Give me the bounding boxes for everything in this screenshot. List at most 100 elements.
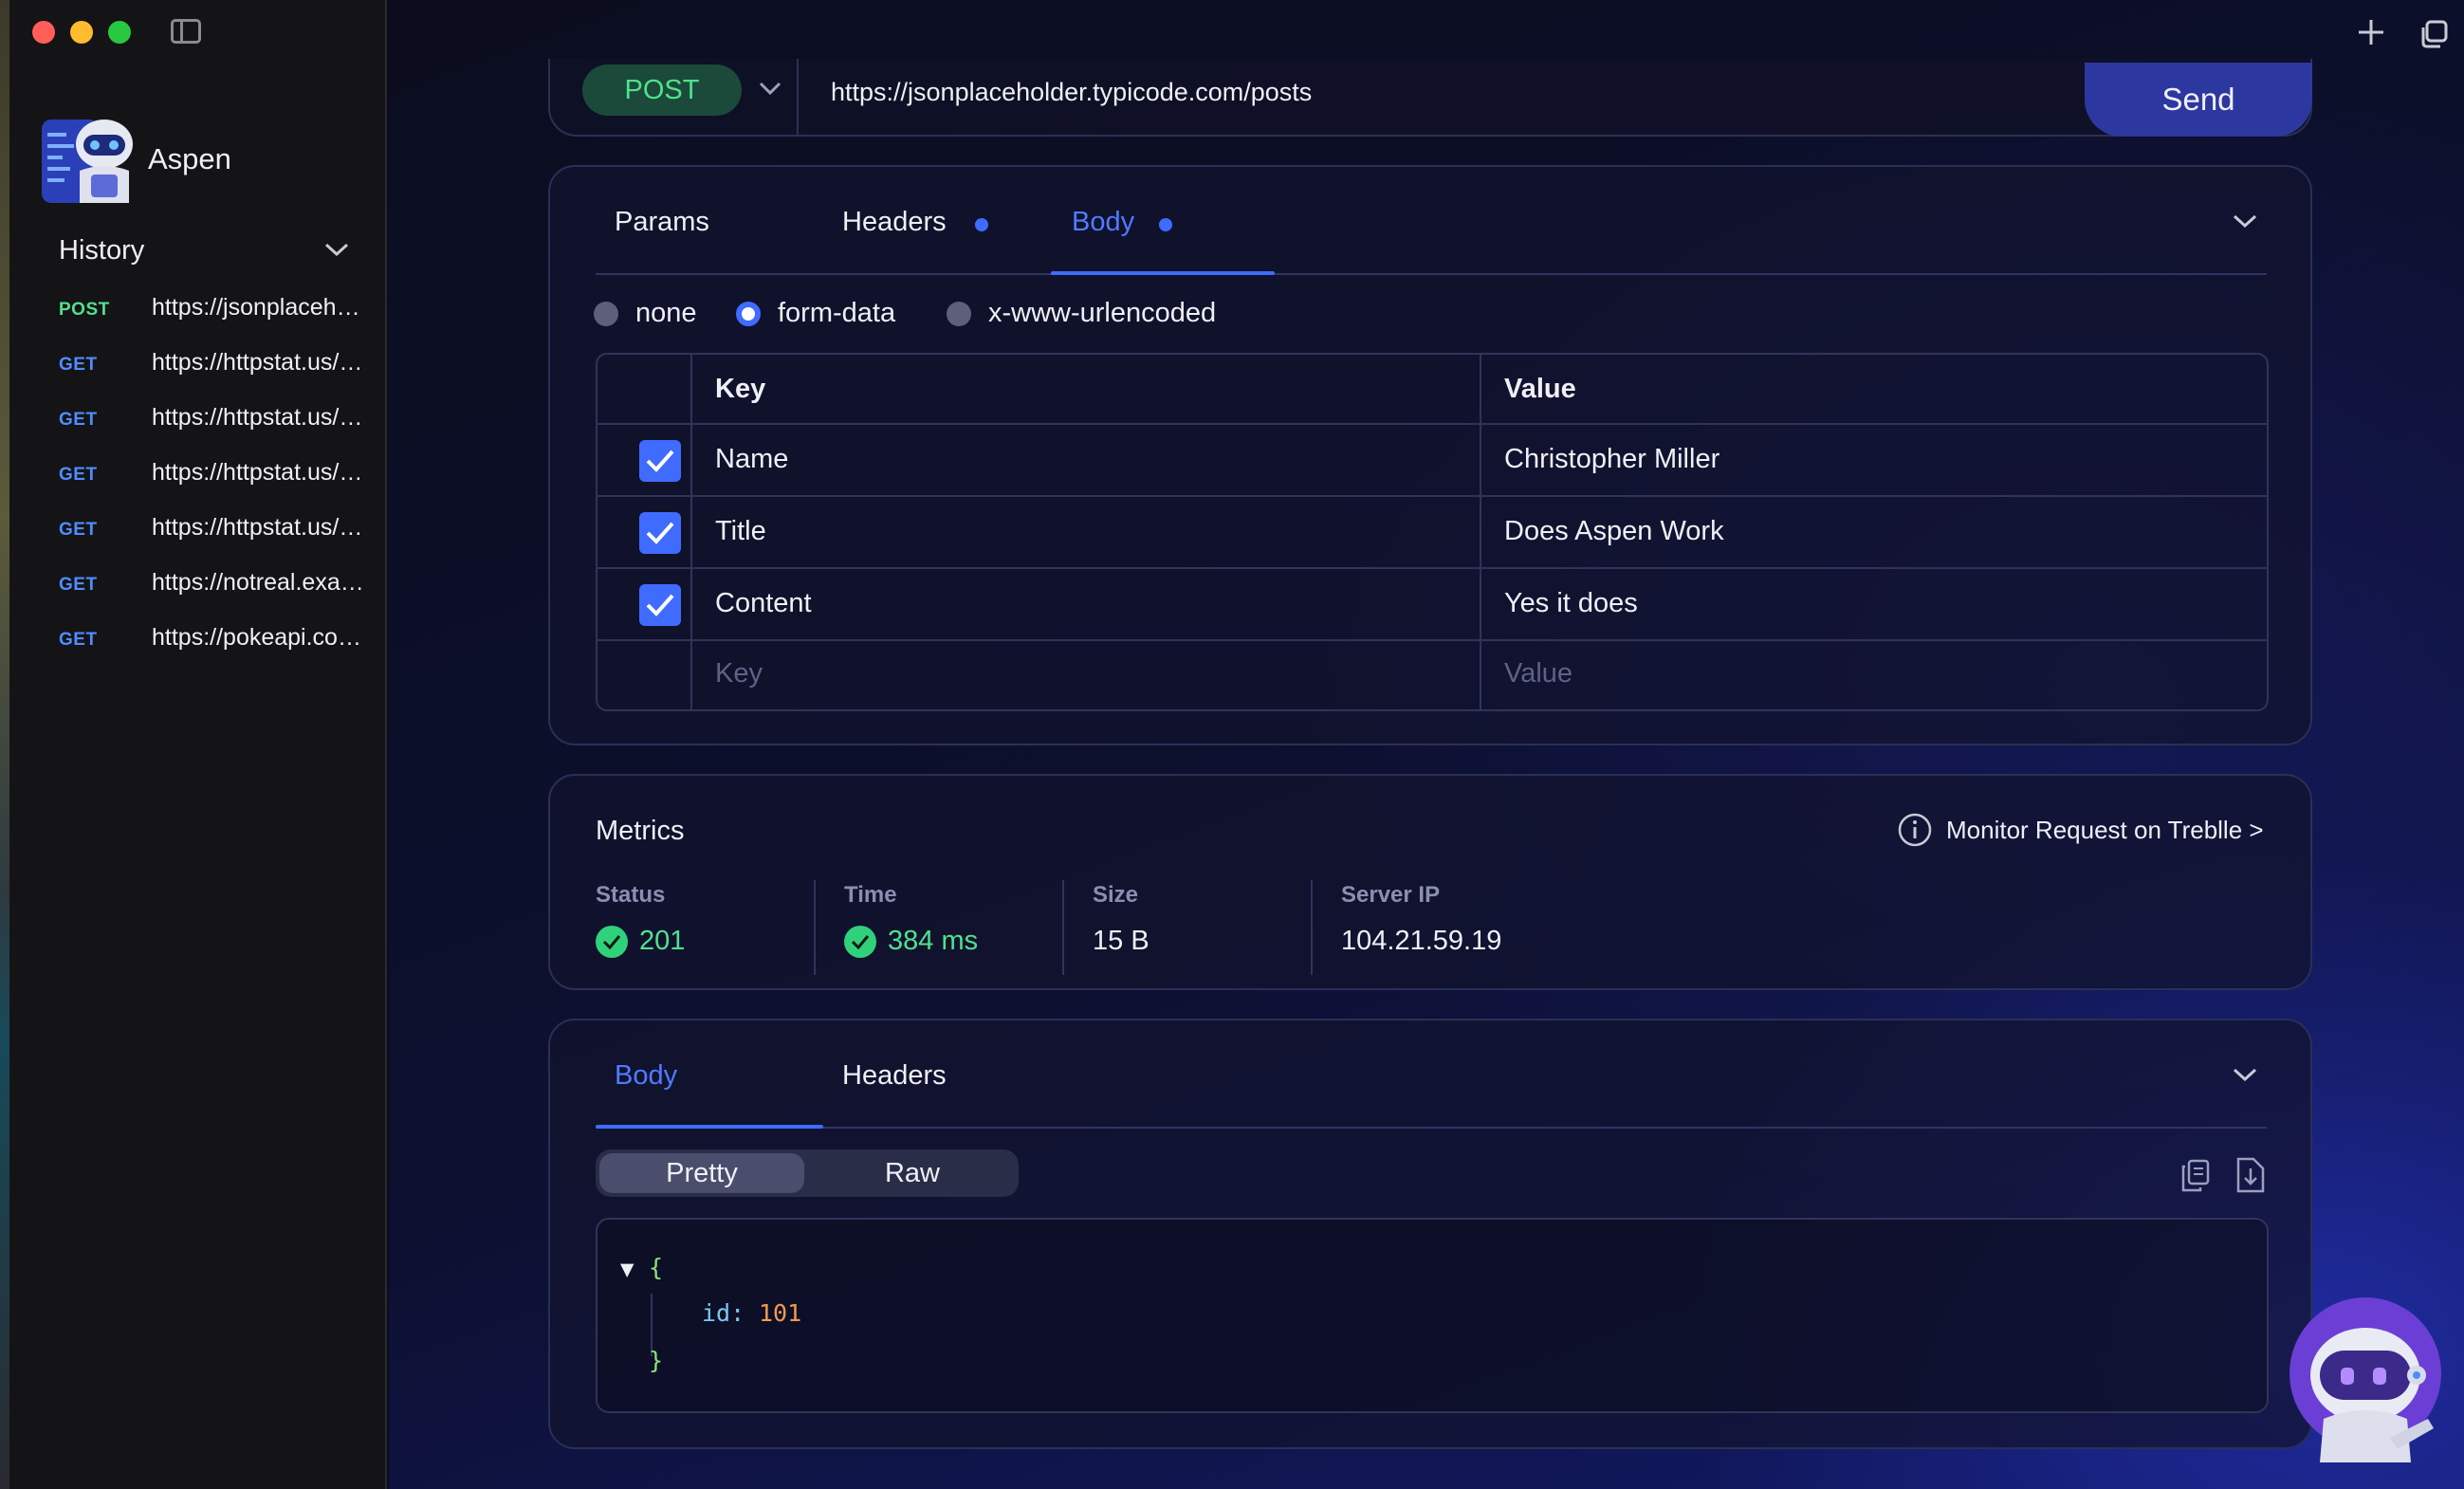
status-label: Status [596, 882, 666, 908]
url-divider [797, 59, 799, 135]
tab-params[interactable]: Params [615, 207, 709, 238]
history-method: POST [59, 300, 110, 320]
row-value[interactable]: Christopher Miller [1504, 444, 1719, 475]
history-item[interactable]: GET https://httpstat.us/404 [59, 400, 364, 438]
history-url: https://jsonplaceholder.typicode.com/pos… [152, 294, 364, 321]
history-title: History [59, 235, 145, 266]
new-request-plus-icon[interactable] [2356, 17, 2386, 47]
history-item[interactable]: GET https://notreal.example [59, 565, 364, 603]
server-ip-label: Server IP [1341, 882, 1441, 908]
time-success-icon [844, 926, 876, 958]
tabs-divider [596, 273, 2267, 275]
radio-urlencoded-label: x-www-urlencoded [988, 298, 1217, 328]
app-name: Aspen [148, 142, 231, 175]
table-row: Title Does Aspen Work [598, 495, 2267, 567]
history-item[interactable]: GET https://httpstat.us/500 [59, 455, 364, 493]
url-bar: POST [548, 59, 2312, 137]
copy-icon[interactable] [2179, 1159, 2212, 1193]
pretty-view-button[interactable]: Pretty [599, 1153, 804, 1193]
info-icon [1898, 813, 1932, 847]
radio-none-label: none [635, 298, 697, 328]
server-ip-value: 104.21.59.19 [1341, 926, 1502, 956]
history-url: https://httpstat.us/301 [152, 514, 364, 541]
sidebar: Aspen History POST https://jsonplacehold… [0, 0, 387, 1489]
row-value[interactable]: Yes it does [1504, 588, 1638, 619]
history-url: https://httpstat.us/404 [152, 404, 364, 431]
monitor-treblle-link[interactable]: Monitor Request on Treblle > [1897, 812, 2276, 850]
body-indicator-dot [1159, 218, 1172, 231]
history-method: GET [59, 410, 98, 430]
history-url: https://pokeapi.co/api/v2 [152, 624, 364, 651]
window-minimize-button[interactable] [70, 21, 93, 44]
row-key[interactable]: Name [715, 444, 788, 475]
view-toggle: Pretty Raw [596, 1149, 1019, 1197]
json-close-brace: } [649, 1347, 664, 1374]
json-open-brace: { [649, 1254, 664, 1281]
history-url: https://httpstat.us/500 [152, 459, 364, 486]
metric-divider [1062, 880, 1064, 975]
radio-form-data-label: form-data [778, 298, 896, 328]
new-key-input[interactable] [715, 658, 1455, 689]
url-input[interactable] [831, 68, 1950, 116]
windows-icon[interactable] [2418, 19, 2449, 49]
monitor-link-label: Monitor Request on Treblle > [1946, 816, 2264, 844]
row-enabled-checkbox[interactable] [639, 584, 681, 626]
window-close-button[interactable] [32, 21, 55, 44]
aspen-logo-icon [42, 119, 133, 203]
assistant-mascot-icon[interactable] [2286, 1296, 2445, 1462]
row-value[interactable]: Does Aspen Work [1504, 516, 1724, 547]
tab-headers[interactable]: Headers [842, 207, 947, 238]
history-method: GET [59, 575, 98, 595]
tab-body[interactable]: Body [1072, 207, 1134, 238]
tab-response-headers[interactable]: Headers [842, 1060, 947, 1092]
row-enabled-checkbox[interactable] [639, 440, 681, 482]
window-maximize-button[interactable] [108, 21, 131, 44]
history-item[interactable]: GET https://httpstat.us/200 [59, 345, 364, 383]
metric-divider [814, 880, 816, 975]
table-row: Content Yes it does [598, 567, 2267, 639]
form-data-table: Key Value Name Christopher Miller Title … [596, 353, 2269, 711]
size-label: Size [1093, 882, 1139, 908]
time-value: 384 ms [888, 926, 979, 956]
history-url: https://notreal.example [152, 569, 364, 596]
history-url: https://httpstat.us/200 [152, 349, 364, 376]
history-item[interactable]: POST https://jsonplaceholder.typicode.co… [59, 290, 364, 328]
row-enabled-checkbox[interactable] [639, 512, 681, 554]
table-row: Name Christopher Miller [598, 423, 2267, 495]
table-row-new [598, 639, 2267, 709]
request-panel: Params Headers Body none form-data x-www… [548, 165, 2312, 745]
desktop-edge [0, 0, 9, 1489]
row-key[interactable]: Content [715, 588, 812, 619]
status-success-icon [596, 926, 628, 958]
chevron-down-icon[interactable] [322, 239, 351, 260]
tab-response-body[interactable]: Body [615, 1060, 677, 1092]
json-key: id: [702, 1299, 745, 1327]
chevron-down-icon[interactable] [757, 78, 783, 99]
history-item[interactable]: GET https://httpstat.us/301 [59, 510, 364, 548]
sidebar-toggle-icon[interactable] [171, 19, 201, 44]
send-button[interactable]: Send [2085, 63, 2312, 137]
raw-view-button[interactable]: Raw [810, 1153, 1015, 1193]
row-key[interactable]: Title [715, 516, 766, 547]
radio-urlencoded[interactable] [947, 302, 971, 326]
json-value: 101 [759, 1299, 802, 1327]
metrics-title: Metrics [596, 816, 685, 846]
download-icon[interactable] [2234, 1157, 2267, 1193]
size-value: 15 B [1093, 926, 1149, 956]
metric-divider [1311, 880, 1313, 975]
new-value-input[interactable] [1504, 658, 2244, 689]
radio-form-data[interactable] [736, 302, 761, 326]
method-select[interactable]: POST [582, 64, 742, 116]
history-method: GET [59, 630, 98, 650]
headers-indicator-dot [975, 218, 988, 231]
value-column-header: Value [1504, 374, 1576, 404]
collapse-chevron-icon[interactable] [2231, 1064, 2259, 1085]
history-method: GET [59, 465, 98, 485]
history-item[interactable]: GET https://pokeapi.co/api/v2 [59, 620, 364, 658]
radio-none[interactable] [594, 302, 618, 326]
table-header-row: Key Value [598, 355, 2267, 423]
collapse-chevron-icon[interactable] [2231, 211, 2259, 231]
time-label: Time [844, 882, 897, 908]
collapse-toggle-icon[interactable]: ▼ [620, 1256, 634, 1282]
active-tab-underline [1051, 271, 1275, 275]
